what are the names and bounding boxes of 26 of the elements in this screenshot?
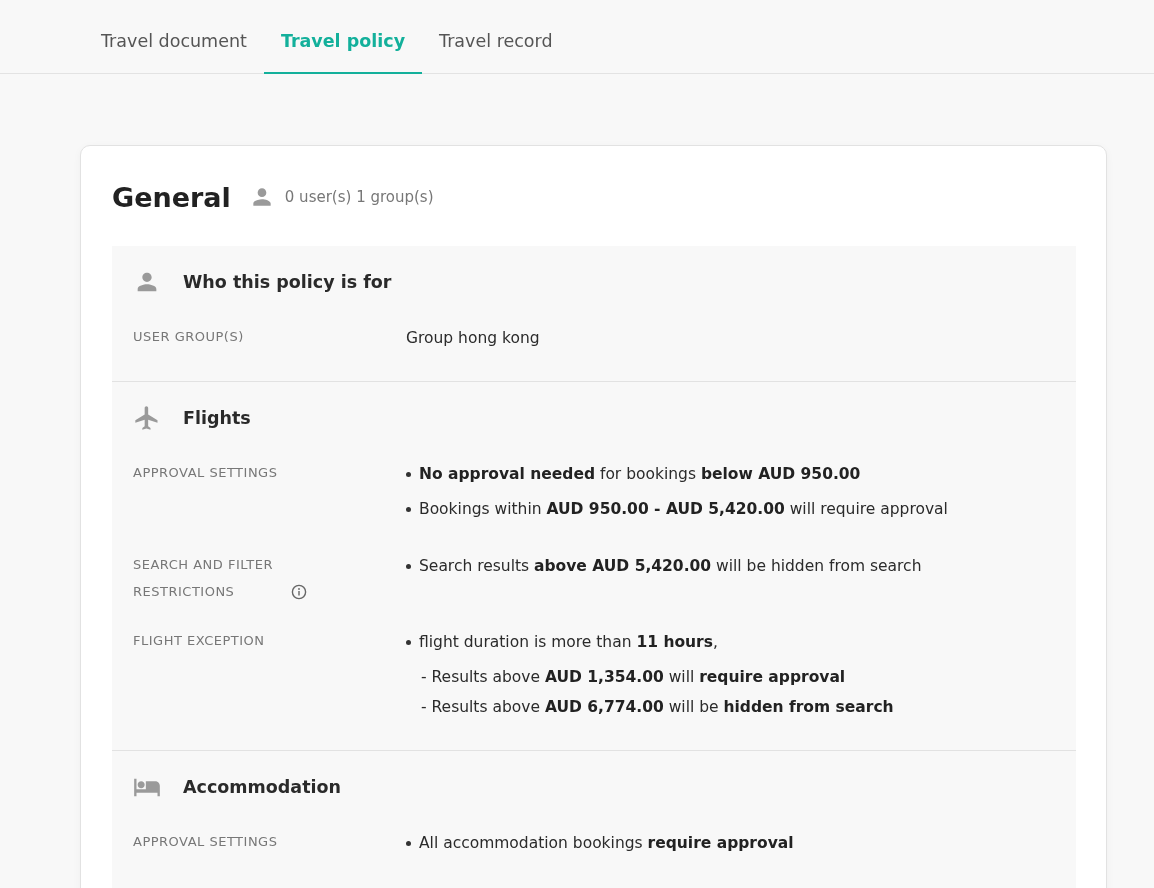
bullet-icon	[406, 506, 411, 512]
setting-text: - Results above AUD 1,354.00 will require approval	[421, 668, 846, 686]
section-title: Who this policy is for	[183, 272, 392, 292]
bullet-icon	[406, 840, 411, 846]
setting-label: APPROVAL SETTINGS	[133, 833, 278, 851]
plane-icon	[133, 404, 161, 432]
bullet-icon	[406, 563, 411, 569]
setting-text: Bookings within AUD 950.00 - AUD 5,420.00 will require approval	[419, 499, 948, 520]
setting-text: - Results above AUD 6,774.00 will be hidden from search	[421, 698, 894, 716]
setting-label: FLIGHT EXCEPTION	[133, 632, 265, 650]
assignee-count: 0 user(s) 1 group(s)	[284, 188, 434, 206]
setting-text: Search results above AUD 5,420.00 will be hidden from search	[419, 556, 922, 577]
setting-text: All accommodation bookings require approval	[419, 833, 794, 854]
tab[interactable]: Travel document	[84, 0, 264, 74]
setting-text: Group hong kong	[406, 328, 541, 349]
policy-title: General	[112, 181, 231, 213]
bullet-icon	[406, 639, 411, 645]
tab[interactable]: Travel record	[422, 0, 570, 74]
bullet-icon	[406, 471, 411, 477]
section-title: Flights	[183, 408, 251, 428]
setting-text: No approval needed for bookings below AUD 950.00	[419, 464, 861, 485]
setting-text: flight duration is more than 11 hours,	[419, 632, 718, 653]
setting-label: APPROVAL SETTINGS	[133, 464, 278, 482]
section-title: Accommodation	[183, 777, 341, 797]
setting-label: USER GROUP(S)	[133, 328, 244, 346]
setting-label: SEARCH AND FILTER RESTRICTIONS	[133, 556, 274, 601]
